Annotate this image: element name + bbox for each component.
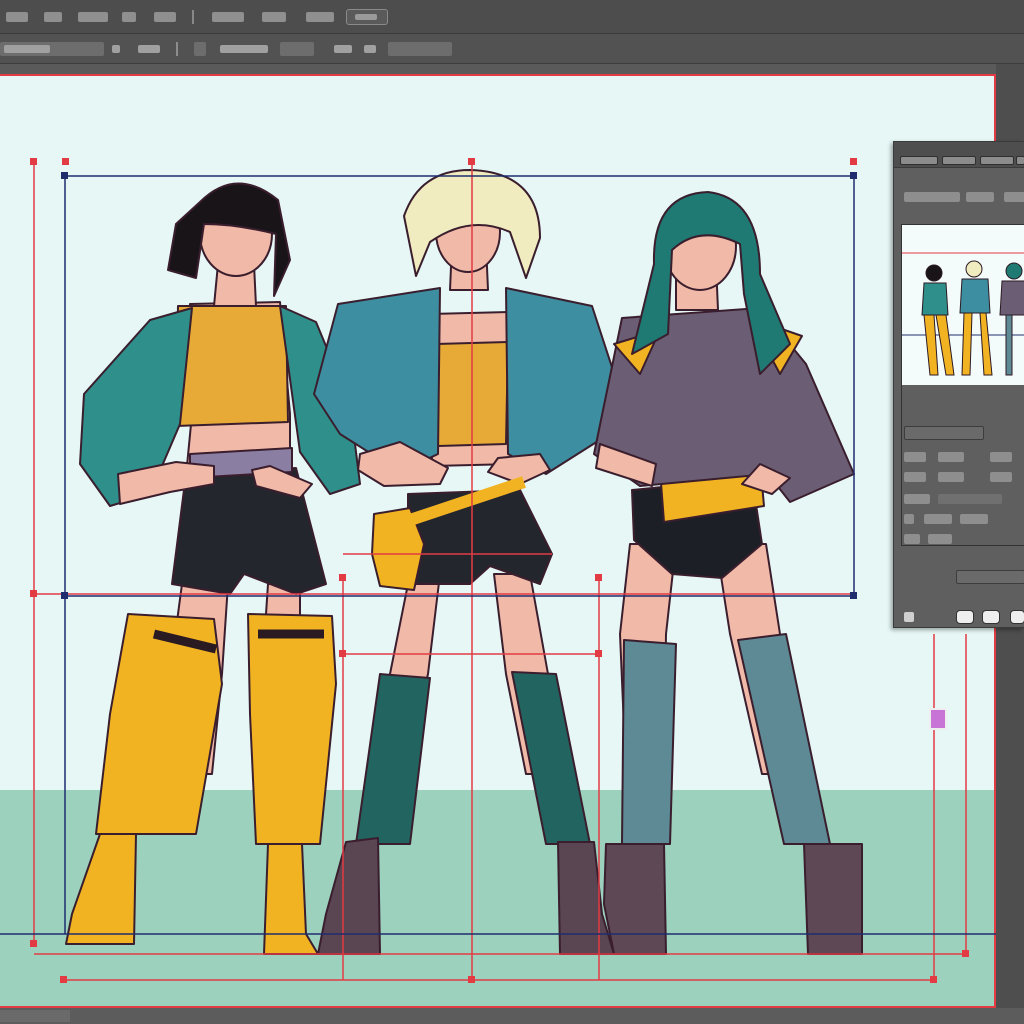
figure-right <box>593 191 863 955</box>
layer-row-4[interactable] <box>904 514 914 524</box>
layer-row-4-c[interactable] <box>960 514 988 524</box>
layer-name-field[interactable] <box>904 426 984 440</box>
tab-channels[interactable] <box>942 156 976 165</box>
color-value-field[interactable] <box>956 570 1024 584</box>
layer-row-3[interactable] <box>904 494 930 504</box>
layer-row-2-b[interactable] <box>938 472 964 482</box>
option-distribute[interactable] <box>334 45 352 53</box>
delete-layer-button[interactable] <box>1010 610 1024 624</box>
menu-item-select[interactable] <box>154 12 176 22</box>
artwork <box>0 158 996 983</box>
menu-item-filter[interactable] <box>212 12 244 22</box>
menu-item-file[interactable] <box>6 12 28 22</box>
add-layer-button[interactable] <box>982 610 1000 624</box>
workspace-switcher[interactable] <box>388 42 452 56</box>
menu-item-image[interactable] <box>78 12 108 22</box>
tab-paths[interactable] <box>980 156 1014 165</box>
opacity-field[interactable] <box>966 192 994 202</box>
option-3d[interactable] <box>364 45 376 53</box>
option-auto-select[interactable] <box>138 45 160 53</box>
options-separator <box>176 42 178 56</box>
layer-row-2[interactable] <box>904 472 926 482</box>
align-buttons[interactable] <box>280 42 314 56</box>
eyedropper-icon[interactable] <box>904 612 914 622</box>
color-swatch[interactable] <box>929 708 947 730</box>
layer-row-4-b[interactable] <box>924 514 952 524</box>
layer-row-1-b[interactable] <box>938 452 964 462</box>
menu-item-help[interactable] <box>346 9 388 25</box>
layers-panel[interactable] <box>893 141 1024 730</box>
layer-row-2-c[interactable] <box>990 472 1012 482</box>
layer-row-1-c[interactable] <box>990 452 1012 462</box>
tool-preset-label <box>4 45 50 53</box>
menu-item-layer[interactable] <box>122 12 136 22</box>
help-label-block <box>355 14 377 20</box>
status-bar-info <box>0 1010 70 1022</box>
layer-row-3-b[interactable] <box>938 494 1002 504</box>
figure-left <box>65 182 361 955</box>
option-show-transform[interactable] <box>220 45 268 53</box>
brush-icon[interactable] <box>956 610 974 624</box>
canvas-gutter <box>0 64 1024 74</box>
tab-layers[interactable] <box>900 156 938 165</box>
move-icon[interactable] <box>112 45 120 53</box>
fill-field[interactable] <box>1004 192 1024 202</box>
menu-item-window[interactable] <box>306 12 334 22</box>
panel-tabs <box>894 142 1024 168</box>
status-bar <box>0 1008 1024 1024</box>
menu-separator <box>192 10 194 24</box>
figure-center <box>313 169 625 955</box>
menu-bar <box>0 0 1024 34</box>
tab-more[interactable] <box>1016 156 1024 165</box>
menu-item-edit[interactable] <box>44 12 62 22</box>
layer-row-5-b[interactable] <box>928 534 952 544</box>
options-bar <box>0 34 1024 64</box>
blend-mode-select[interactable] <box>904 192 960 202</box>
layer-row-5[interactable] <box>904 534 920 544</box>
transform-controls-checkbox[interactable] <box>194 42 206 56</box>
menu-item-view[interactable] <box>262 12 286 22</box>
layer-row-1[interactable] <box>904 452 926 462</box>
